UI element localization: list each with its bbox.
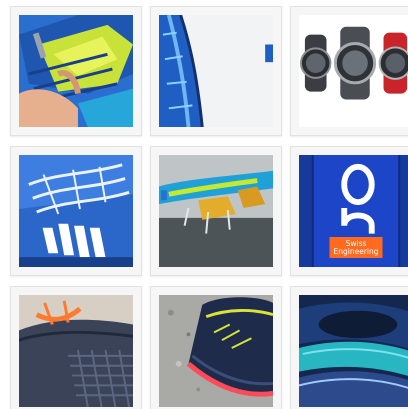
navy-trail-shoe-image [159,295,273,407]
gallery-tile-8[interactable] [150,286,282,409]
teal-shoe-image [299,295,408,407]
shoe-water-splash-image [159,155,273,267]
gallery-tile-3[interactable] [290,6,408,136]
gallery-tile-7[interactable] [10,286,142,409]
trail-shoe-orange-laces-image [19,295,133,407]
shoe-tongue-logo-thumbnail: Swiss Engineering [299,155,408,267]
shoe-lacing-thumbnail [19,15,133,127]
shoe-lacing-image [19,15,133,127]
gallery-tile-2[interactable] [150,6,282,136]
blue-shoe-laces-image [19,155,133,267]
sports-watches-image [299,15,408,127]
gallery-tile-9[interactable] [290,286,408,409]
shoe-upper-thumbnail [159,15,273,127]
blue-shoe-laces-thumbnail [19,155,133,267]
gallery-tile-6[interactable]: Swiss Engineering [290,146,408,276]
gallery-tile-1[interactable] [10,6,142,136]
trail-shoe-orange-laces-thumbnail [19,295,133,407]
shoe-upper-image [159,15,273,127]
shoe-water-splash-thumbnail [159,155,273,267]
teal-shoe-thumbnail [299,295,408,407]
navy-trail-shoe-thumbnail [159,295,273,407]
gallery-tile-5[interactable] [150,146,282,276]
image-gallery: Swiss Engineering [0,0,408,409]
swiss-engineering-label: Swiss Engineering [329,237,383,258]
gallery-tile-4[interactable] [10,146,142,276]
sports-watches-thumbnail [299,15,408,127]
